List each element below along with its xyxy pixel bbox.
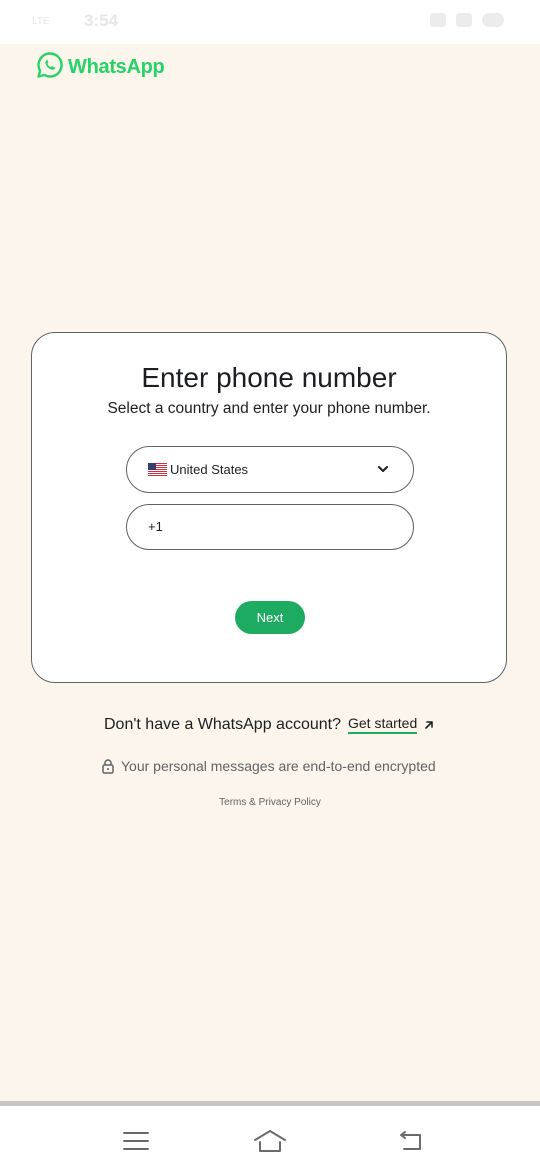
home-button[interactable] [250,1126,290,1156]
back-button[interactable] [391,1126,431,1156]
battery-icon [482,13,504,27]
signup-prompt: Don't have a WhatsApp account? [104,715,341,733]
next-button[interactable]: Next [235,601,305,634]
system-nav-bar [0,1101,540,1170]
login-card: Enter phone number Select a country and … [31,332,507,683]
whatsapp-logo[interactable]: WhatsApp [36,51,165,84]
us-flag-icon [148,463,167,476]
get-started-link[interactable]: Get started [347,715,418,734]
status-bar: LTE 3:54 [0,0,540,44]
page-subtitle: Select a country and enter your phone nu… [107,400,431,417]
phone-number-input[interactable]: +1 [126,504,414,550]
wifi-icon [430,13,446,27]
brand-name: WhatsApp [68,56,165,78]
terms-privacy-link-row: Terms & Privacy Policy [0,797,540,808]
menu-button[interactable] [116,1126,156,1156]
status-icons [430,13,504,27]
page-title: Enter phone number [141,362,397,393]
signal-indicator: LTE [32,16,50,27]
encryption-notice: Your personal messages are end-to-end en… [101,758,436,774]
status-time: 3:54 [84,11,119,30]
lock-icon [102,759,114,774]
country-select[interactable]: United States [126,446,414,493]
menu-icon [123,1132,149,1150]
cellular-icon [456,13,472,27]
signup-prompt-row: Don't have a WhatsApp account? Get start… [104,715,435,734]
chevron-down-icon [378,466,388,472]
whatsapp-logo-icon [36,51,64,84]
external-link-arrow-icon [425,720,434,729]
back-icon [400,1131,421,1150]
home-icon [254,1130,286,1152]
encryption-text: Your personal messages are end-to-end en… [121,758,436,774]
country-code: +1 [148,519,163,534]
country-select-value: United States [170,462,249,477]
terms-privacy-link[interactable]: Terms & Privacy Policy [219,797,321,808]
